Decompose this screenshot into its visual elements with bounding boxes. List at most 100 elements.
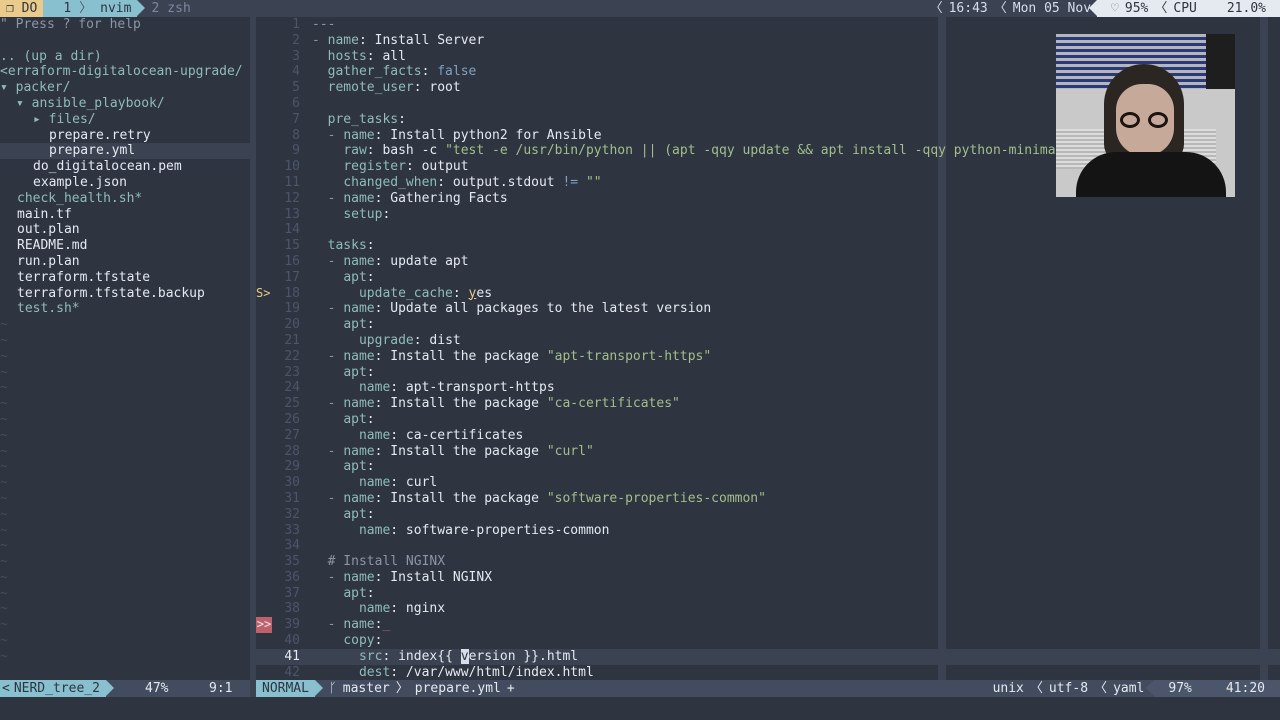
nerdtree-dir[interactable]: ▸ files/	[0, 112, 250, 128]
code-line[interactable]: 16 - name: update apt	[256, 254, 1280, 270]
code-line[interactable]: 42 dest: /var/www/html/index.html	[256, 665, 1280, 680]
code-token: : Update all packages to the latest vers…	[374, 301, 712, 317]
code-text: src: index{{ version }}.html	[308, 648, 578, 665]
nerdtree-file[interactable]: out.plan	[0, 222, 250, 238]
code-line[interactable]: 24 name: apt-transport-https	[256, 380, 1280, 396]
code-line[interactable]: 25 - name: Install the package "ca-certi…	[256, 396, 1280, 412]
line-number: 2	[292, 32, 300, 48]
nerdtree-pane[interactable]: " Press ? for help .. (up a dir) <errafo…	[0, 17, 250, 680]
nerdtree-file[interactable]: prepare.retry	[0, 128, 250, 144]
nerdtree-file[interactable]: terraform.tfstate.backup	[0, 286, 250, 302]
empty-line-tilde: ~	[0, 380, 8, 396]
code-line[interactable]: 14	[256, 222, 1280, 238]
code-line[interactable]: 19 - name: Update all packages to the la…	[256, 301, 1280, 317]
nerdtree-file[interactable]: prepare.yml	[0, 143, 250, 160]
code-line[interactable]: 40 copy:	[256, 633, 1280, 649]
code-line[interactable]: >> 39 - name:_	[256, 617, 1280, 634]
code-token: : software-properties-common	[390, 522, 610, 538]
code-token: -	[327, 617, 344, 633]
code-text: name: ca-certificates	[308, 428, 523, 444]
sign-column	[256, 159, 272, 175]
line-number: 40	[284, 633, 300, 649]
code-line[interactable]: 30 name: curl	[256, 475, 1280, 491]
separator: 〈	[993, 1, 1007, 16]
code-line[interactable]: 1 ---	[256, 17, 1280, 33]
sign-column	[256, 665, 272, 680]
code-token: name	[358, 522, 391, 538]
code-token: : dist	[413, 332, 461, 348]
code-line[interactable]: 26 apt:	[256, 412, 1280, 428]
sign-column	[256, 191, 272, 207]
code-line[interactable]: 13 setup:	[256, 207, 1280, 223]
code-line[interactable]: 35 # Install NGINX	[256, 554, 1280, 570]
tmux-window-1[interactable]: 1 〉 nvim	[43, 0, 146, 17]
code-line[interactable]: 20 apt:	[256, 317, 1280, 333]
tmux-status-bar: ❐ DO 1 〉 nvim 2 zsh 〈 16:43 〈 Mon 05 Nov…	[0, 0, 1280, 17]
line-number: 28	[284, 443, 300, 459]
code-token: name	[343, 617, 375, 633]
code-line[interactable]: 29 apt:	[256, 459, 1280, 475]
empty-line-tilde: ~	[0, 617, 8, 633]
code-line[interactable]: 38 name: nginx	[256, 601, 1280, 617]
code-line[interactable]: 28 - name: Install the package "curl"	[256, 444, 1280, 460]
nerdtree-file[interactable]: example.json	[0, 175, 250, 191]
tmux-session[interactable]: ❐ DO	[0, 0, 52, 17]
code-line[interactable]: 17 apt:	[256, 270, 1280, 286]
code-line[interactable]: 27 name: ca-certificates	[256, 428, 1280, 444]
code-line[interactable]: 33 name: software-properties-common	[256, 523, 1280, 539]
separator: 〉	[395, 681, 409, 696]
line-number: 35	[284, 554, 300, 570]
nerdtree-file[interactable]: run.plan	[0, 254, 250, 270]
sign-column	[256, 333, 272, 349]
nerdtree-file[interactable]: README.md	[0, 238, 250, 254]
nerdtree-root[interactable]: <erraform-digitalocean-upgrade/	[0, 64, 250, 80]
code-line[interactable]: 41 src: index{{ version }}.html	[256, 648, 1280, 665]
code-token: hosts	[327, 48, 367, 64]
nerdtree-file[interactable]: check_health.sh*	[0, 191, 250, 207]
nerdtree-file[interactable]: terraform.tfstate	[0, 270, 250, 286]
nerdtree-dir[interactable]: ▾ packer/	[0, 80, 250, 96]
nerdtree-file[interactable]: main.tf	[0, 207, 250, 223]
code-text: ---	[308, 17, 335, 33]
code-line[interactable]: 32 apt:	[256, 507, 1280, 523]
line-number: 42	[284, 664, 300, 680]
code-token: apt	[343, 317, 367, 333]
code-text: name: nginx	[308, 601, 445, 617]
vim-command-line[interactable]	[0, 697, 1280, 720]
nerdtree-file[interactable]: do_digitalocean.pem	[0, 159, 250, 175]
code-line[interactable]: 37 apt:	[256, 586, 1280, 602]
code-token: :	[366, 411, 375, 427]
code-line[interactable]: 31 - name: Install the package "software…	[256, 491, 1280, 507]
line-number: 34	[284, 538, 300, 554]
code-token: : Gathering Facts	[374, 190, 508, 206]
webcam-overlay	[1056, 34, 1235, 197]
code-line[interactable]: 21 upgrade: dist	[256, 333, 1280, 349]
sign-column	[256, 444, 272, 460]
code-line[interactable]: 22 - name: Install the package "apt-tran…	[256, 349, 1280, 365]
sign-column	[256, 112, 272, 128]
nerdtree-file[interactable]: test.sh*	[0, 301, 250, 317]
sign-column	[256, 649, 272, 665]
code-token: changed_when	[343, 174, 438, 190]
code-line[interactable]: S> 18 update_cache: yes	[256, 286, 1280, 302]
nerdtree-dir[interactable]: ▾ ansible_playbook/	[0, 96, 250, 112]
code-line[interactable]: 15 tasks:	[256, 238, 1280, 254]
editor-statusline: NORMAL ᚴ master 〉 prepare.yml + unix 〈 u…	[256, 680, 1280, 697]
cpu-usage: 21.0%	[1226, 1, 1266, 16]
tmux-window-index: 1	[63, 1, 72, 16]
clock: 16:43	[948, 1, 988, 16]
line-number: 9	[292, 143, 300, 159]
code-line[interactable]: 36 - name: Install NGINX	[256, 570, 1280, 586]
code-token: remote_user	[327, 80, 414, 96]
code-line[interactable]: 23 apt:	[256, 365, 1280, 381]
line-number: 17	[284, 269, 300, 285]
line-number: 5	[292, 80, 300, 96]
nerdtree-up-dir[interactable]: .. (up a dir)	[0, 49, 250, 65]
code-line[interactable]: 34	[256, 538, 1280, 554]
empty-line-tilde: ~	[0, 443, 8, 459]
